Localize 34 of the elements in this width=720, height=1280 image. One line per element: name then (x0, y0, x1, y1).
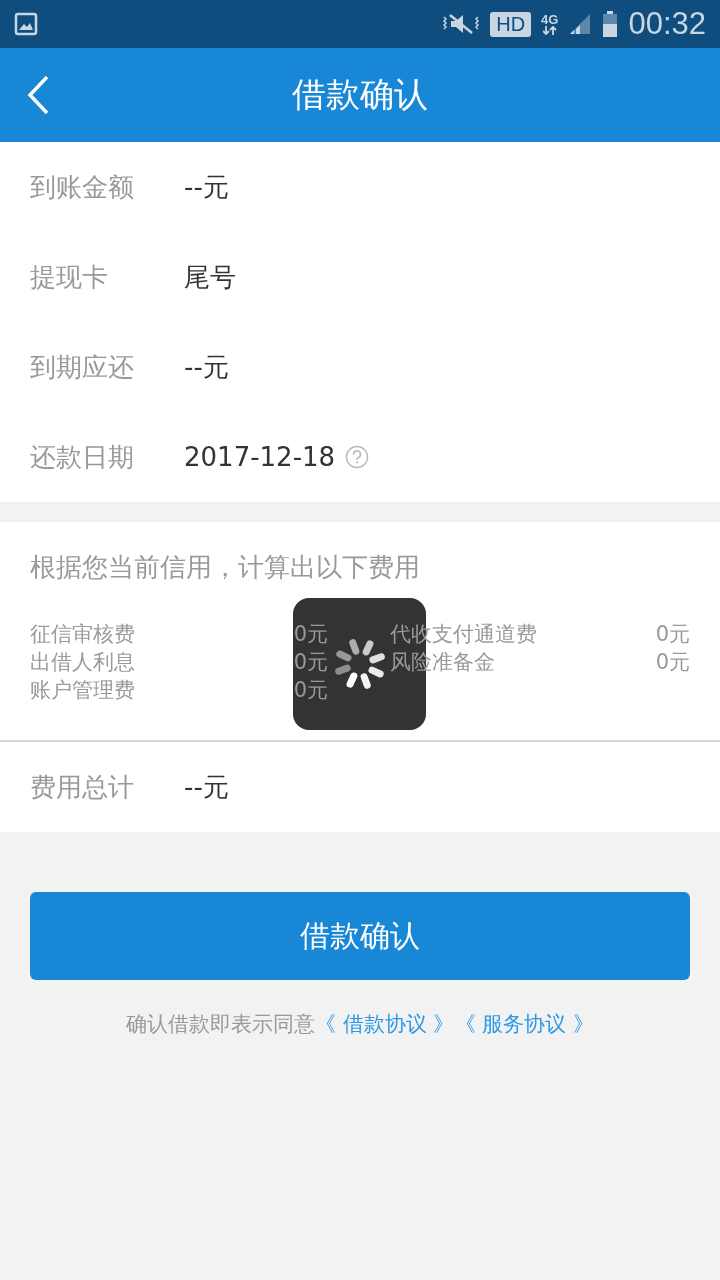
mute-vibrate-icon (442, 12, 481, 36)
field-label: 还款日期 (30, 440, 135, 474)
field-value: --元 (184, 170, 229, 204)
fee-value: 0元 (655, 649, 690, 676)
agreement-link[interactable]: 《 服务协议 》 (454, 1010, 594, 1038)
field-label: 到期应还 (30, 350, 135, 384)
back-button[interactable] (26, 75, 50, 115)
fee-label: 征信审核费 (30, 621, 135, 648)
confirm-button[interactable]: 借款确认 (30, 892, 690, 980)
agreement-link[interactable]: 《 借款协议 》 (315, 1010, 455, 1038)
agreement-text: 确认借款即表示同意 (126, 1011, 316, 1038)
fee-value: 0元 (293, 621, 328, 648)
data-arrows-icon (542, 26, 557, 35)
network-type: 4G (541, 13, 559, 26)
image-icon (14, 12, 38, 36)
field-label: 到账金额 (30, 170, 135, 204)
clock: 00:32 (628, 6, 706, 42)
fee-value: 0元 (293, 677, 328, 704)
fees-heading: 根据您当前信用，计算出以下费用 (30, 551, 421, 584)
field-value: --元 (184, 770, 229, 804)
field-value: 尾号 (184, 260, 236, 294)
fee-label: 账户管理费 (30, 677, 135, 704)
fee-label: 出借人利息 (30, 649, 135, 676)
field-value: 2017-12-18 (184, 442, 336, 472)
field-value: --元 (184, 350, 229, 384)
battery-icon (602, 11, 619, 37)
network-badge: HD (490, 11, 532, 37)
fee-value: 0元 (655, 621, 690, 648)
field-label: 提现卡 (30, 260, 109, 294)
page-title: 借款确认 (292, 73, 428, 116)
fee-value: 0元 (293, 649, 328, 676)
back-icon (26, 75, 50, 115)
signal-icon (568, 12, 593, 36)
field-label: 费用总计 (30, 770, 135, 804)
